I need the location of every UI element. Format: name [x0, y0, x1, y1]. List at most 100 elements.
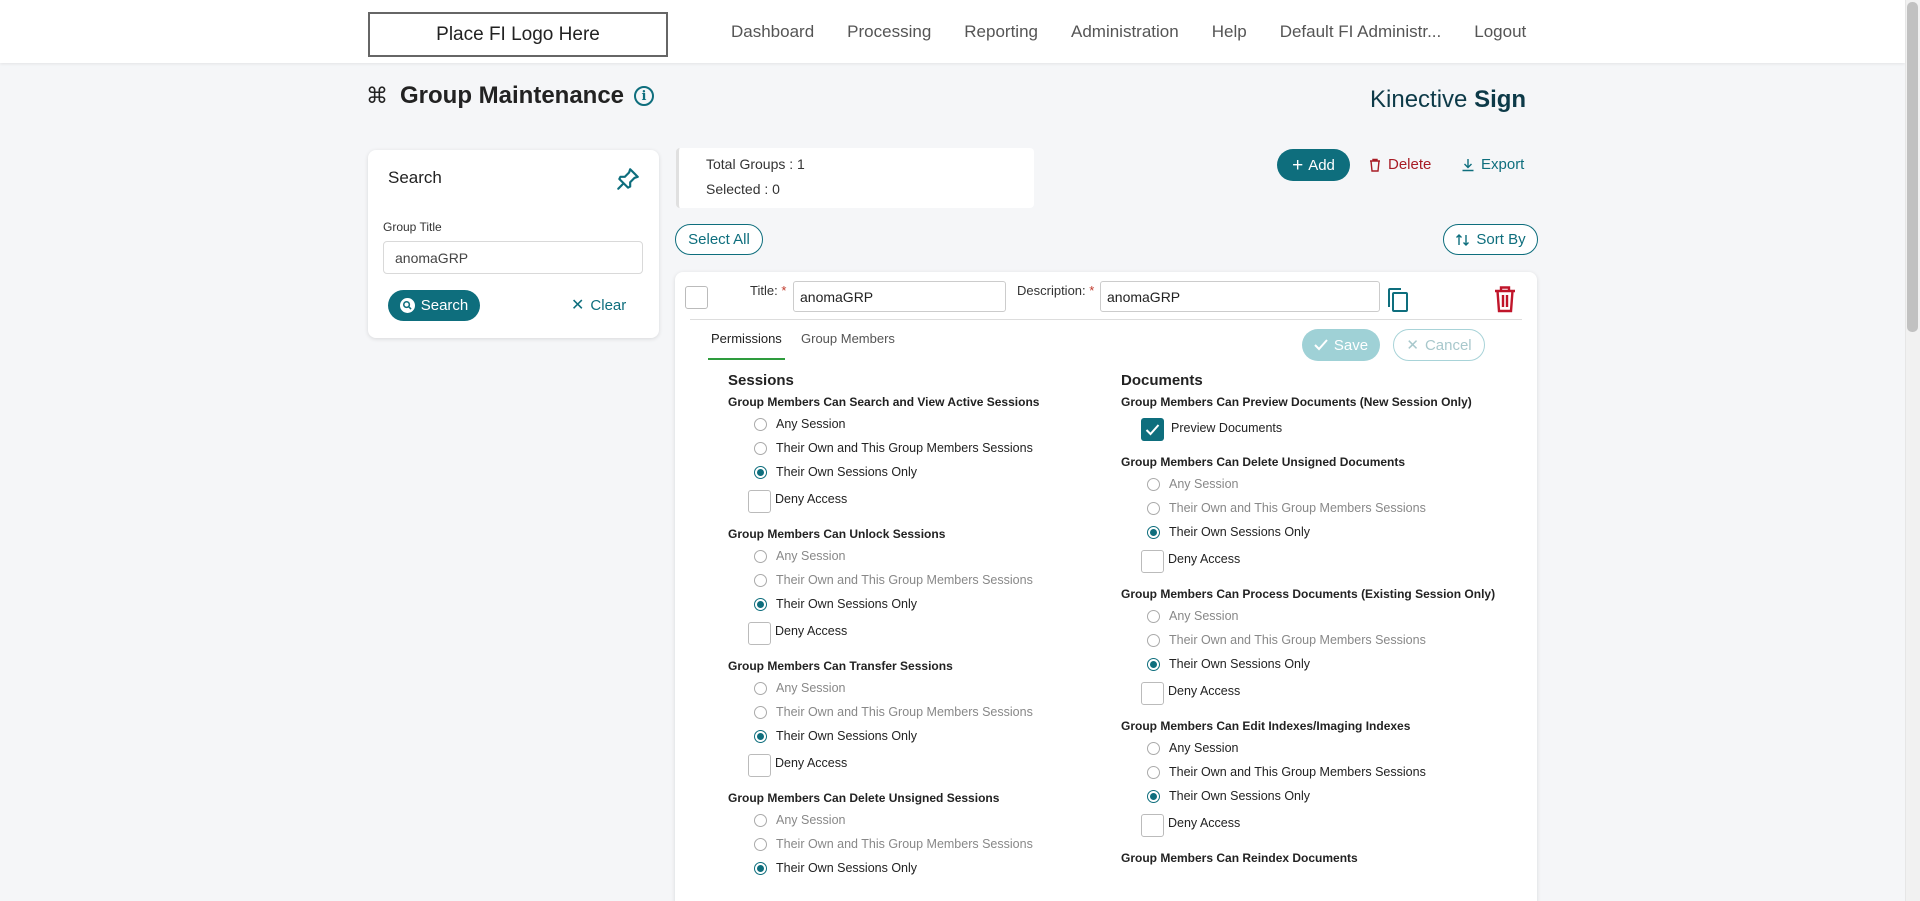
checkbox[interactable]	[1141, 814, 1164, 837]
radio-any-session[interactable]: Any Session	[1121, 604, 1521, 628]
radio-own-and-group[interactable]: Their Own and This Group Members Session…	[728, 700, 1108, 724]
description-label-text: Description:	[1017, 283, 1086, 298]
select-all-button[interactable]: Select All	[675, 224, 763, 255]
radio-any-session[interactable]: Any Session	[728, 544, 1108, 568]
radio-any-session[interactable]: Any Session	[1121, 736, 1521, 760]
deny-access-checkbox[interactable]: Deny Access	[1121, 808, 1521, 842]
checkbox[interactable]	[748, 490, 771, 513]
deny-access-checkbox[interactable]: Deny Access	[1121, 544, 1521, 578]
sort-by-button[interactable]: Sort By	[1443, 224, 1538, 255]
tab-group-members[interactable]: Group Members	[801, 331, 895, 346]
nav-user-menu[interactable]: Default FI Administr...	[1280, 22, 1442, 42]
delete-button[interactable]: Delete	[1368, 156, 1431, 173]
page-scrollbar[interactable]	[1905, 0, 1920, 901]
add-button[interactable]: + Add	[1277, 149, 1350, 181]
group-description-input[interactable]	[1100, 281, 1380, 312]
radio-own-and-group[interactable]: Their Own and This Group Members Session…	[728, 568, 1108, 592]
nav-processing[interactable]: Processing	[847, 22, 931, 42]
deny-access-checkbox[interactable]: Deny Access	[728, 484, 1108, 518]
group-title-input[interactable]	[793, 281, 1006, 312]
radio-button[interactable]	[754, 574, 767, 587]
radio-own-and-group[interactable]: Their Own and This Group Members Session…	[1121, 760, 1521, 784]
option-label: Their Own and This Group Members Session…	[776, 705, 1033, 719]
cancel-button[interactable]: ✕ Cancel	[1393, 329, 1485, 361]
radio-own-and-group[interactable]: Their Own and This Group Members Session…	[728, 436, 1108, 460]
delete-group-icon[interactable]	[1493, 285, 1517, 313]
trash-icon	[1370, 158, 1380, 172]
radio-button[interactable]	[1147, 502, 1160, 515]
export-button[interactable]: Export	[1461, 156, 1524, 173]
save-button-label: Save	[1333, 336, 1369, 354]
radio-any-session[interactable]: Any Session	[728, 676, 1108, 700]
deny-label: Deny Access	[775, 624, 848, 638]
plus-icon: +	[1292, 154, 1304, 176]
radio-button[interactable]	[1147, 766, 1160, 779]
clear-button[interactable]: ✕ Clear	[571, 295, 626, 315]
nav-help[interactable]: Help	[1212, 22, 1247, 42]
perm-title: Group Members Can Search and View Active…	[728, 395, 1040, 409]
radio-button[interactable]	[754, 442, 767, 455]
preview-documents-checkbox[interactable]: Preview Documents	[1121, 412, 1521, 452]
main-nav: Dashboard Processing Reporting Administr…	[731, 0, 1526, 63]
radio-button-selected[interactable]	[754, 730, 767, 743]
radio-button[interactable]	[754, 550, 767, 563]
radio-own-only[interactable]: Their Own Sessions Only	[728, 460, 1108, 484]
info-icon[interactable]: i	[634, 86, 655, 106]
radio-button[interactable]	[754, 814, 767, 827]
deny-access-checkbox[interactable]: Deny Access	[1121, 676, 1521, 710]
radio-button-selected[interactable]	[1147, 790, 1160, 803]
radio-any-session[interactable]: Any Session	[728, 412, 1108, 436]
radio-button[interactable]	[1147, 634, 1160, 647]
radio-button-selected[interactable]	[1147, 526, 1160, 539]
radio-button[interactable]	[754, 706, 767, 719]
checkbox[interactable]	[1141, 682, 1164, 705]
radio-button[interactable]	[754, 838, 767, 851]
deny-access-checkbox[interactable]: Deny Access	[728, 748, 1108, 782]
group-select-checkbox[interactable]	[685, 286, 708, 309]
scrollbar-thumb[interactable]	[1907, 2, 1918, 332]
group-title-search-input[interactable]	[383, 241, 643, 274]
checkbox[interactable]	[748, 754, 771, 777]
pin-icon[interactable]	[615, 166, 641, 192]
checkbox[interactable]	[1141, 550, 1164, 573]
checkbox-checked[interactable]	[1141, 418, 1164, 441]
radio-button-selected[interactable]	[754, 598, 767, 611]
tab-permissions[interactable]: Permissions	[711, 331, 782, 346]
radio-own-only[interactable]: Their Own Sessions Only	[1121, 520, 1521, 544]
option-label: Their Own Sessions Only	[1169, 525, 1311, 539]
required-mark: *	[1089, 283, 1095, 298]
nav-reporting[interactable]: Reporting	[964, 22, 1038, 42]
radio-button-selected[interactable]	[754, 862, 767, 875]
radio-button[interactable]	[1147, 610, 1160, 623]
radio-own-and-group[interactable]: Their Own and This Group Members Session…	[1121, 628, 1521, 652]
search-icon	[399, 298, 415, 313]
radio-own-only[interactable]: Their Own Sessions Only	[728, 724, 1108, 748]
documents-column: Documents Group Members Can Preview Docu…	[1121, 372, 1521, 868]
copy-icon[interactable]	[1386, 287, 1410, 313]
radio-button[interactable]	[1147, 478, 1160, 491]
fi-logo-placeholder[interactable]: Place FI Logo Here	[368, 12, 668, 57]
radio-button-selected[interactable]	[1147, 658, 1160, 671]
checkbox[interactable]	[748, 622, 771, 645]
nav-administration[interactable]: Administration	[1071, 22, 1179, 42]
deny-label: Deny Access	[1168, 684, 1241, 698]
description-field-label: Description: *	[1017, 283, 1094, 298]
radio-own-only[interactable]: Their Own Sessions Only	[1121, 652, 1521, 676]
radio-own-and-group[interactable]: Their Own and This Group Members Session…	[728, 832, 1108, 856]
radio-own-and-group[interactable]: Their Own and This Group Members Session…	[1121, 496, 1521, 520]
radio-any-session[interactable]: Any Session	[728, 808, 1108, 832]
radio-button-selected[interactable]	[754, 466, 767, 479]
deny-access-checkbox[interactable]: Deny Access	[728, 616, 1108, 650]
option-label: Any Session	[776, 813, 846, 827]
radio-own-only[interactable]: Their Own Sessions Only	[728, 592, 1108, 616]
search-button[interactable]: Search	[388, 290, 480, 321]
radio-any-session[interactable]: Any Session	[1121, 472, 1521, 496]
radio-button[interactable]	[754, 418, 767, 431]
radio-own-only[interactable]: Their Own Sessions Only	[1121, 784, 1521, 808]
save-button[interactable]: Save	[1302, 329, 1380, 361]
radio-button[interactable]	[1147, 742, 1160, 755]
radio-button[interactable]	[754, 682, 767, 695]
nav-logout[interactable]: Logout	[1474, 22, 1526, 42]
nav-dashboard[interactable]: Dashboard	[731, 22, 814, 42]
radio-own-only[interactable]: Their Own Sessions Only	[728, 856, 1108, 880]
